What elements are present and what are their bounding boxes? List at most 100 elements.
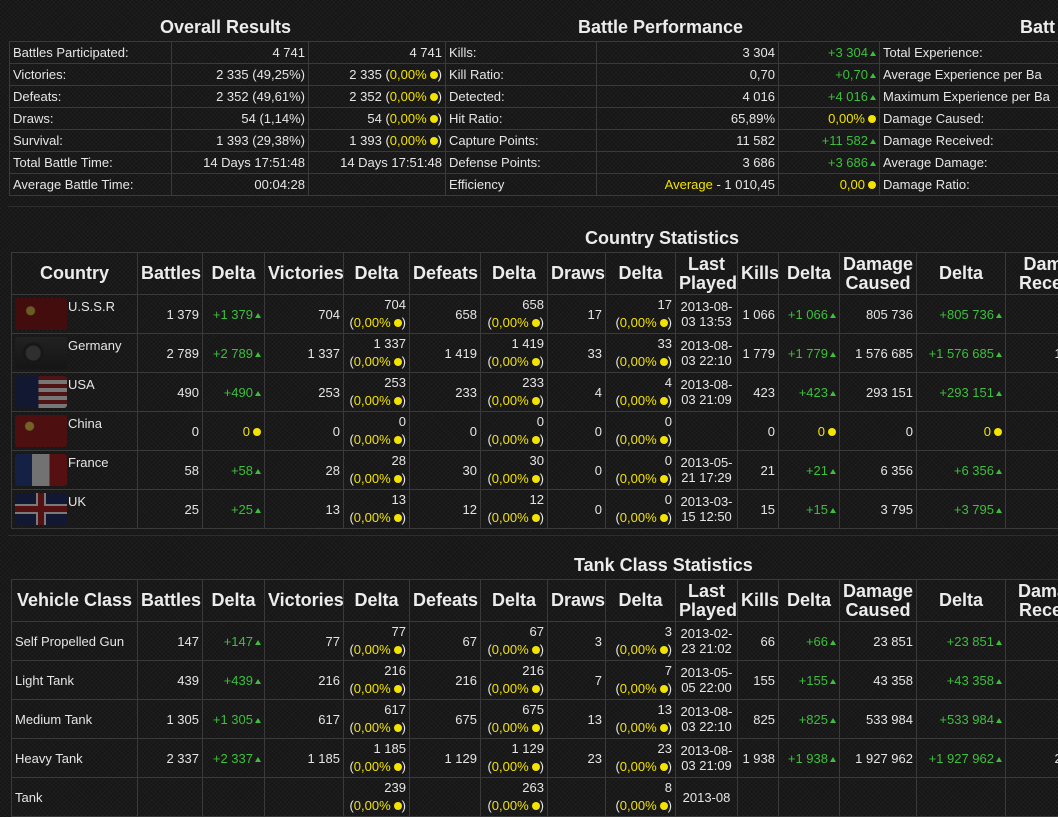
table-row: Medium Tank1 305+1 305617617(0,00%)67567… bbox=[12, 700, 1058, 739]
delta-pct-line: (0,00%) bbox=[484, 797, 544, 815]
column-header[interactable]: Kills bbox=[738, 580, 779, 622]
delta-pct-text: 0,00% bbox=[492, 798, 529, 813]
column-header[interactable]: Delta bbox=[481, 253, 548, 295]
defeats-value: 675 bbox=[410, 700, 481, 739]
last-played-date: 2013-05- bbox=[679, 455, 734, 470]
victories-value-text: 28 bbox=[326, 463, 340, 478]
column-header[interactable]: Delta bbox=[203, 580, 265, 622]
delta-text: +2 337 bbox=[213, 751, 253, 766]
delta-total-text: 704 bbox=[347, 296, 406, 314]
column-header[interactable]: Victories bbox=[265, 253, 344, 295]
stat-value-text: 11 582 bbox=[736, 133, 775, 148]
column-header[interactable]: Draws bbox=[548, 580, 606, 622]
delta-total-text: 12 bbox=[484, 491, 544, 509]
column-header-text: Delta bbox=[354, 263, 398, 283]
stat-delta-text: +3 304 bbox=[828, 45, 868, 60]
arrow-up-icon bbox=[830, 469, 836, 474]
delta-pct-line: (0,00%) bbox=[347, 719, 406, 737]
delta-pct-text: 0,00% bbox=[354, 354, 391, 369]
kills-value: 66 bbox=[738, 622, 779, 661]
battles-value-text: 439 bbox=[177, 673, 199, 688]
delta-pct-text: 0,00% bbox=[620, 681, 657, 696]
delta-pct-line: (0,00%) bbox=[484, 509, 544, 527]
delta-value: 8(0,00%) bbox=[606, 778, 676, 817]
delta-value: 13(0,00%) bbox=[344, 490, 410, 529]
paren: ) bbox=[402, 510, 406, 525]
column-header[interactable]: Defeats bbox=[410, 253, 481, 295]
neutral-dot-icon bbox=[660, 685, 668, 693]
column-header[interactable]: Vehicle Class bbox=[12, 580, 138, 622]
country-name: China bbox=[68, 416, 102, 431]
column-header[interactable]: Battles bbox=[138, 253, 203, 295]
delta-pct-line: (0,00%) bbox=[484, 758, 544, 776]
delta-value bbox=[203, 778, 265, 817]
victories-value-text: 617 bbox=[318, 712, 340, 727]
neutral-dot-icon bbox=[532, 397, 540, 405]
country-name: USA bbox=[68, 377, 95, 392]
column-header[interactable]: Country bbox=[12, 253, 138, 295]
column-header[interactable]: Damage Caused bbox=[840, 253, 917, 295]
delta-pct-text: 0,00% bbox=[354, 471, 391, 486]
victories-value-text: 1 337 bbox=[307, 346, 340, 361]
row-name: UK bbox=[12, 490, 138, 529]
column-header[interactable]: Battles bbox=[138, 580, 203, 622]
delta-value: 0 bbox=[779, 412, 840, 451]
delta-pct-text: 0,00% bbox=[354, 798, 391, 813]
defeats-value: 12 bbox=[410, 490, 481, 529]
column-header[interactable]: Delta bbox=[779, 253, 840, 295]
delta-text: +1 305 bbox=[213, 712, 253, 727]
stat-delta: 0,00 bbox=[779, 174, 880, 196]
delta-value bbox=[917, 778, 1006, 817]
column-header[interactable]: Damage Caused bbox=[840, 580, 917, 622]
draws-value: 7 bbox=[548, 661, 606, 700]
column-header[interactable]: Delta bbox=[481, 580, 548, 622]
column-header[interactable]: Delta bbox=[344, 580, 410, 622]
stat-delta-text: 0,00 bbox=[840, 177, 865, 192]
column-header[interactable]: Victories bbox=[265, 580, 344, 622]
column-header[interactable]: Delta bbox=[203, 253, 265, 295]
column-header[interactable]: Last Played bbox=[676, 253, 738, 295]
column-header[interactable]: Delta bbox=[779, 580, 840, 622]
column-header[interactable]: Delta bbox=[917, 580, 1006, 622]
column-header[interactable]: Last Played bbox=[676, 580, 738, 622]
column-header[interactable]: Defeats bbox=[410, 580, 481, 622]
column-header[interactable]: Delta bbox=[344, 253, 410, 295]
column-header[interactable]: Dama Receiv bbox=[1006, 253, 1058, 295]
neutral-dot-icon bbox=[660, 763, 668, 771]
delta-text: +147 bbox=[224, 634, 253, 649]
column-header[interactable]: Draws bbox=[548, 253, 606, 295]
last-played-date: 2013-08 bbox=[679, 790, 734, 805]
column-header[interactable]: Damag Receiv bbox=[1006, 580, 1058, 622]
defeats-value-text: 658 bbox=[455, 307, 477, 322]
last-played: 2013-08-03 21:09 bbox=[676, 739, 738, 778]
arrow-up-icon bbox=[255, 508, 261, 513]
delta-value: +825 bbox=[779, 700, 840, 739]
delta-text: +66 bbox=[806, 634, 828, 649]
delta-pct-text: 0,00% bbox=[492, 720, 529, 735]
kills-value-text: 423 bbox=[753, 385, 775, 400]
delta-value: 658(0,00%) bbox=[481, 295, 548, 334]
table-row: Self Propelled Gun147+1477777(0,00%)6767… bbox=[12, 622, 1058, 661]
delta-value: 216(0,00%) bbox=[344, 661, 410, 700]
column-header[interactable]: Kills bbox=[738, 253, 779, 295]
column-header[interactable]: Delta bbox=[606, 580, 676, 622]
stat-label-text: Battles Participated: bbox=[13, 45, 129, 60]
delta-total-text: 239 bbox=[347, 779, 406, 797]
delta-total-text: 1 419 bbox=[484, 335, 544, 353]
battles-value-text: 2 337 bbox=[166, 751, 199, 766]
column-header[interactable]: Delta bbox=[917, 253, 1006, 295]
delta-text: 0 bbox=[243, 424, 250, 439]
arrow-up-icon bbox=[830, 757, 836, 762]
delta-text: +490 bbox=[224, 385, 253, 400]
column-header[interactable]: Delta bbox=[606, 253, 676, 295]
damage-received-value bbox=[1006, 412, 1058, 451]
arrow-up-icon bbox=[255, 313, 261, 318]
table-row: China0000(0,00%)00(0,00%)00(0,00%)0000 bbox=[12, 412, 1058, 451]
delta-pct-text: 0,00% bbox=[354, 393, 391, 408]
paren: ) bbox=[540, 798, 544, 813]
delta-total-text: 17 bbox=[609, 296, 672, 314]
delta-text: +58 bbox=[231, 463, 253, 478]
delta-value: +2 337 bbox=[203, 739, 265, 778]
delta-pct-line: (0,00%) bbox=[347, 680, 406, 698]
performance-row: Detected:4 016+4 016 bbox=[446, 86, 880, 108]
